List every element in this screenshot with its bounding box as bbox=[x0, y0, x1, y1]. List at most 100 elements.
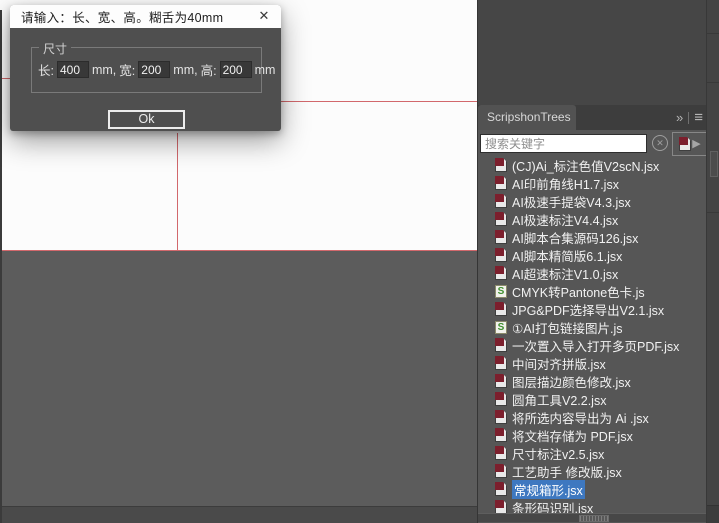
list-item[interactable]: 圆角工具V2.2.jsx bbox=[478, 390, 706, 408]
dialog-title: 请输入：长、宽、高。糊舌为40mm bbox=[21, 11, 224, 25]
list-item[interactable]: JPG&PDF选择导出V2.1.jsx bbox=[478, 300, 706, 318]
list-item[interactable]: S CMYK转Pantone色卡.js bbox=[478, 282, 706, 300]
script-name: 工艺助手 修改版.jsx bbox=[512, 465, 622, 480]
script-name: 尺寸标注v2.5.jsx bbox=[512, 447, 605, 462]
list-item[interactable]: 图层描边颜色修改.jsx bbox=[478, 372, 706, 390]
list-item[interactable]: 条形码识别.jsx bbox=[478, 498, 706, 513]
vertical-scrollbar-thumb[interactable] bbox=[710, 151, 718, 177]
script-file-icon bbox=[495, 248, 507, 262]
list-item[interactable]: AI极速标注V4.4.jsx bbox=[478, 210, 706, 228]
length-label: 长: bbox=[38, 64, 54, 78]
script-file-icon bbox=[495, 428, 507, 442]
dimension-fields-row: 长: mm, 宽: mm, 高: mm bbox=[38, 60, 275, 79]
dock-strip-bottom bbox=[707, 505, 719, 523]
close-icon[interactable]: ✕ bbox=[255, 7, 273, 25]
script-name: 图层描边颜色修改.jsx bbox=[512, 375, 631, 390]
play-icon: ▶ bbox=[692, 137, 701, 150]
list-item[interactable]: 将所选内容导出为 Ai .jsx bbox=[478, 408, 706, 426]
script-name: 圆角工具V2.2.jsx bbox=[512, 393, 607, 408]
height-field[interactable] bbox=[219, 61, 252, 78]
list-item[interactable]: AI极速手提袋V4.3.jsx bbox=[478, 192, 706, 210]
script-file-icon: S bbox=[495, 284, 507, 298]
list-item[interactable]: 常规箱形.jsx bbox=[478, 479, 706, 499]
height-unit: mm bbox=[254, 62, 276, 77]
script-name: 将所选内容导出为 Ai .jsx bbox=[512, 411, 649, 426]
list-item[interactable]: (CJ)Ai_标注色值V2scN.jsx bbox=[478, 156, 706, 174]
length-unit: mm, bbox=[91, 62, 117, 77]
search-input[interactable] bbox=[480, 134, 647, 153]
script-file-icon bbox=[495, 500, 507, 513]
length-field[interactable] bbox=[56, 61, 89, 78]
script-name: AI极速标注V4.4.jsx bbox=[512, 213, 619, 228]
script-name: 常规箱形.jsx bbox=[512, 479, 585, 499]
dock-strip-divider bbox=[707, 82, 719, 83]
panel-body: ✕ ▶ (CJ)Ai_标注色值V2scN.jsx AI印前角线H1.7.jsx bbox=[478, 130, 708, 523]
panel-header-icons: » ≡ bbox=[676, 105, 703, 130]
width-field[interactable] bbox=[138, 61, 171, 78]
script-file-icon: S bbox=[495, 320, 507, 334]
list-item[interactable]: 将文档存储为 PDF.jsx bbox=[478, 426, 706, 444]
script-file-icon bbox=[495, 158, 507, 172]
guide-line-vertical-1 bbox=[177, 133, 178, 251]
width-label: 宽: bbox=[119, 64, 136, 78]
dock-empty-area bbox=[478, 0, 706, 105]
script-file-icon bbox=[495, 338, 507, 352]
script-file-icon bbox=[495, 482, 507, 496]
ok-button[interactable]: Ok bbox=[108, 110, 185, 129]
size-group-label: 尺寸 bbox=[39, 40, 72, 57]
script-file-icon bbox=[495, 446, 507, 460]
script-name: JPG&PDF选择导出V2.1.jsx bbox=[512, 303, 665, 318]
script-name: AI超速标注V1.0.jsx bbox=[512, 267, 619, 282]
script-file-icon bbox=[495, 302, 507, 316]
dialog-titlebar[interactable]: 请输入：长、宽、高。糊舌为40mm ✕ bbox=[10, 5, 281, 28]
run-script-button[interactable]: ▶ bbox=[672, 132, 708, 156]
dock-strip-divider bbox=[707, 33, 719, 34]
script-file-icon bbox=[495, 194, 507, 208]
list-item[interactable]: 一次置入导入打开多页PDF.jsx bbox=[478, 336, 706, 354]
script-file-icon bbox=[495, 374, 507, 388]
application-window: 请输入：长、宽、高。糊舌为40mm ✕ 尺寸 长: mm, 宽: mm, 高: … bbox=[0, 0, 719, 523]
script-file-icon bbox=[679, 137, 692, 151]
clear-search-icon[interactable]: ✕ bbox=[652, 135, 668, 151]
horizontal-scrollbar[interactable] bbox=[478, 513, 706, 522]
script-file-icon bbox=[495, 464, 507, 478]
list-item[interactable]: 中间对齐拼版.jsx bbox=[478, 354, 706, 372]
list-item[interactable]: AI脚本合集源码126.jsx bbox=[478, 228, 706, 246]
width-unit: mm, bbox=[173, 62, 198, 77]
panel-menu-icon[interactable]: ≡ bbox=[694, 109, 703, 126]
script-name: ①AI打包链接图片.js bbox=[512, 321, 623, 336]
dock-strip-divider bbox=[707, 212, 719, 213]
tab-scripshontrees[interactable]: ScripshonTrees bbox=[478, 105, 576, 130]
script-name: AI脚本精简版6.1.jsx bbox=[512, 249, 623, 264]
window-left-edge bbox=[0, 10, 2, 523]
list-item[interactable]: AI超速标注V1.0.jsx bbox=[478, 264, 706, 282]
script-list: (CJ)Ai_标注色值V2scN.jsx AI印前角线H1.7.jsx AI极速… bbox=[478, 156, 706, 513]
script-name: 一次置入导入打开多页PDF.jsx bbox=[512, 339, 680, 354]
script-name: 将文档存储为 PDF.jsx bbox=[512, 429, 633, 444]
list-item[interactable]: AI印前角线H1.7.jsx bbox=[478, 174, 706, 192]
list-item[interactable]: S ①AI打包链接图片.js bbox=[478, 318, 706, 336]
dock-strip bbox=[706, 0, 719, 523]
canvas-bottom-edge bbox=[0, 506, 477, 523]
script-file-icon bbox=[495, 212, 507, 226]
scripts-panel: ScripshonTrees » ≡ ✕ ▶ (CJ)Ai_标注色值V2scN.… bbox=[477, 0, 708, 523]
list-item[interactable]: AI脚本精简版6.1.jsx bbox=[478, 246, 706, 264]
script-file-icon bbox=[495, 176, 507, 190]
script-file-icon bbox=[495, 392, 507, 406]
horizontal-scrollbar-thumb[interactable] bbox=[579, 515, 609, 522]
size-groupbox: 尺寸 长: mm, 宽: mm, 高: mm bbox=[31, 40, 275, 93]
script-name: 中间对齐拼版.jsx bbox=[512, 357, 606, 372]
list-item[interactable]: 尺寸标注v2.5.jsx bbox=[478, 444, 706, 462]
script-name: CMYK转Pantone色卡.js bbox=[512, 285, 645, 300]
height-label: 高: bbox=[200, 64, 217, 78]
pasteboard bbox=[0, 251, 477, 523]
script-name: (CJ)Ai_标注色值V2scN.jsx bbox=[512, 159, 660, 174]
collapse-panel-icon[interactable]: » bbox=[676, 110, 683, 125]
script-file-icon bbox=[495, 410, 507, 424]
script-name: 条形码识别.jsx bbox=[512, 501, 594, 514]
list-item[interactable]: 工艺助手 修改版.jsx bbox=[478, 462, 706, 480]
input-dialog: 请输入：长、宽、高。糊舌为40mm ✕ 尺寸 长: mm, 宽: mm, 高: … bbox=[10, 5, 281, 131]
script-name: AI极速手提袋V4.3.jsx bbox=[512, 195, 631, 210]
script-name: AI印前角线H1.7.jsx bbox=[512, 177, 619, 192]
header-divider bbox=[688, 111, 690, 124]
